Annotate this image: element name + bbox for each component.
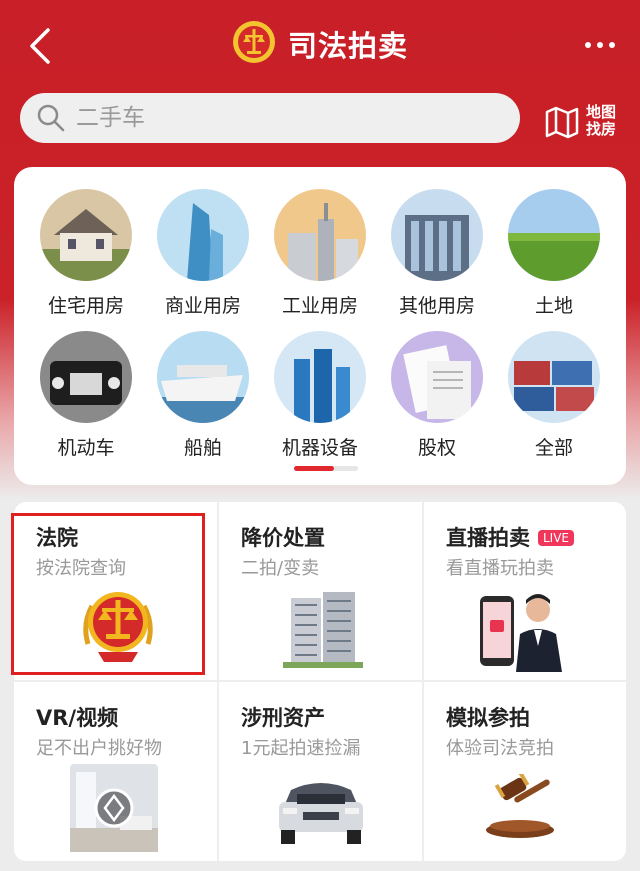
category-label: 其他用房 — [398, 295, 475, 317]
category-page-indicator — [294, 466, 358, 471]
feature-title: 模拟参拍 — [446, 706, 530, 730]
category-other-property[interactable]: 其他用房 — [382, 189, 492, 318]
other-building-image — [391, 189, 483, 281]
map-link-label: 地图 找房 — [586, 103, 617, 138]
vr-room-image — [70, 764, 158, 856]
category-vehicle[interactable]: 机动车 — [31, 331, 141, 460]
suv-car-image — [273, 772, 369, 852]
category-card: 住宅用房 商业用房 工业用房 其他用房 土地 机动车 船舶 机器设备 股权 全部 — [14, 167, 626, 485]
contract-document-image — [391, 331, 483, 423]
feature-subtitle: 看直播玩拍卖 — [446, 558, 554, 579]
category-label: 船舶 — [183, 437, 222, 459]
category-label: 住宅用房 — [47, 295, 124, 317]
land-field-image — [508, 189, 600, 281]
page-indicator-active — [294, 466, 334, 471]
page-title: 司法拍卖 — [288, 29, 409, 63]
shipping-containers-image — [508, 331, 600, 423]
residential-house-image — [40, 189, 132, 281]
feature-vr-video[interactable]: VR/视频 足不出户挑好物 — [14, 682, 217, 860]
feature-subtitle: 1元起拍速捡漏 — [241, 738, 361, 759]
category-residential[interactable]: 住宅用房 — [31, 189, 141, 318]
category-equity[interactable]: 股权 — [382, 331, 492, 460]
feature-title: 涉刑资产 — [241, 706, 325, 730]
search-bar[interactable] — [20, 93, 520, 143]
category-all[interactable]: 全部 — [499, 331, 609, 460]
category-industrial[interactable]: 工业用房 — [265, 189, 375, 318]
category-label: 机动车 — [57, 437, 115, 459]
feature-live-auction[interactable]: 直播拍卖 LIVE 看直播玩拍卖 — [424, 502, 626, 680]
commercial-tower-image — [157, 189, 249, 281]
title-group: 司法拍卖 — [232, 18, 408, 70]
search-input[interactable] — [74, 104, 498, 132]
map-icon — [545, 106, 579, 139]
feature-price-reduction[interactable]: 降价处置 二拍/变卖 — [219, 502, 422, 680]
feature-criminal-assets[interactable]: 涉刑资产 1元起拍速捡漏 — [219, 682, 422, 860]
category-commercial[interactable]: 商业用房 — [148, 189, 258, 318]
live-presenter-image — [476, 584, 566, 676]
cruise-ship-image — [157, 331, 249, 423]
top-bar: 司法拍卖 — [0, 0, 640, 88]
category-machinery[interactable]: 机器设备 — [265, 331, 375, 460]
apartment-building-image — [283, 588, 363, 672]
category-label: 股权 — [417, 437, 456, 459]
category-label: 商业用房 — [164, 295, 241, 317]
category-land[interactable]: 土地 — [499, 189, 609, 318]
feature-subtitle: 足不出户挑好物 — [36, 738, 162, 759]
category-label: 全部 — [534, 437, 573, 459]
back-icon[interactable] — [26, 26, 56, 66]
feature-title: 直播拍卖 LIVE — [446, 522, 575, 552]
machinery-equipment-image — [274, 331, 366, 423]
category-label: 土地 — [534, 295, 573, 317]
category-label: 机器设备 — [281, 437, 358, 459]
industrial-plant-image — [274, 189, 366, 281]
category-ship[interactable]: 船舶 — [148, 331, 258, 460]
feature-subtitle: 二拍/变卖 — [241, 558, 320, 579]
court-emblem-icon — [232, 20, 276, 68]
vehicle-car-image — [40, 331, 132, 423]
gavel-icon — [480, 771, 560, 844]
map-find-house-button[interactable]: 地图 找房 — [544, 100, 624, 142]
feature-title: VR/视频 — [36, 706, 119, 730]
feature-title: 降价处置 — [241, 526, 325, 550]
highlight-box — [11, 513, 205, 675]
live-badge: LIVE — [538, 530, 575, 546]
more-icon[interactable] — [582, 30, 618, 60]
search-icon — [37, 104, 65, 132]
feature-subtitle: 体验司法竞拍 — [446, 738, 554, 759]
category-label: 工业用房 — [281, 295, 358, 317]
feature-mock-bidding[interactable]: 模拟参拍 体验司法竞拍 — [424, 682, 626, 860]
